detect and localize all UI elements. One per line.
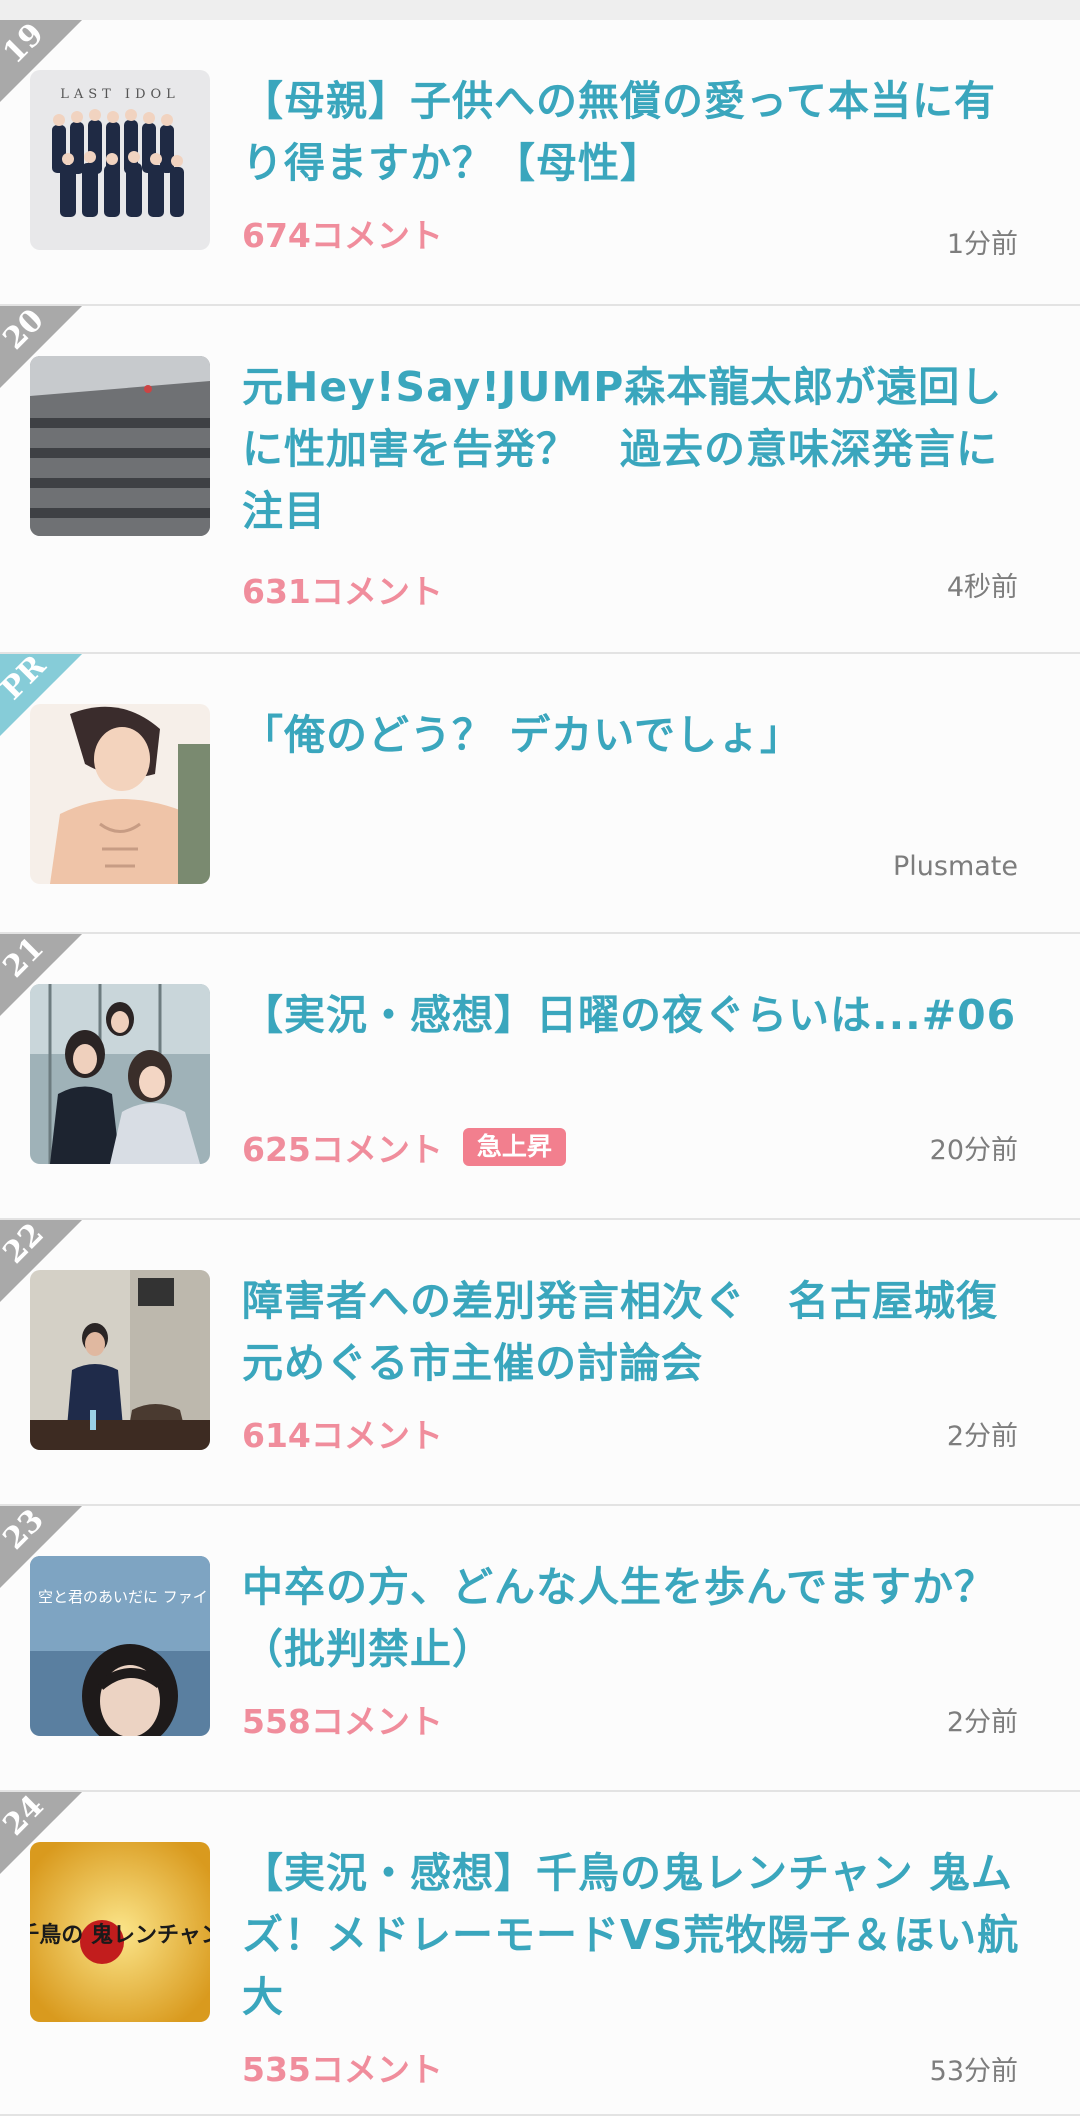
tv-show-logo-icon: 千鳥の 鬼レンチャン — [30, 1842, 210, 2022]
topic-list-item[interactable]: 21 【実況・感想】日曜の夜ぐらいは...#06 625コメント 急上昇 20分… — [0, 934, 1080, 1220]
comment-count: 558コメント — [242, 1702, 443, 1741]
topic-title[interactable]: 障害者への差別発言相次ぐ 名古屋城復元めぐる市主催の討論会 — [242, 1270, 1032, 1394]
topic-thumbnail[interactable]: 千鳥の 鬼レンチャン — [30, 1842, 210, 2022]
topic-list-item[interactable]: 20 元Hey!Say!JUMP森本龍太郎が遠回しに性加害を告発？ 過去の意味深… — [0, 306, 1080, 654]
topic-title[interactable]: 中卒の方、どんな人生を歩んでますか？（批判禁止） — [242, 1556, 1032, 1680]
topic-title[interactable]: 「俺のどう？ デカいでしょ」 — [242, 704, 1032, 766]
trending-badge: 急上昇 — [462, 1128, 566, 1166]
timestamp: 2分前 — [946, 1421, 1018, 1452]
meeting-speaker-icon — [30, 1270, 210, 1450]
advertiser-name: Plusmate — [892, 851, 1018, 882]
topic-thumbnail[interactable] — [30, 356, 210, 536]
thumbnail-caption: LAST IDOL — [60, 87, 180, 102]
timestamp: 53分前 — [929, 2056, 1018, 2087]
topic-title[interactable]: 元Hey!Say!JUMP森本龍太郎が遠回しに性加害を告発？ 過去の意味深発言に… — [242, 356, 1032, 542]
book-cover-icon: 空と君のあいだに ファイト！ — [30, 1556, 210, 1736]
topic-thumbnail[interactable] — [30, 704, 210, 884]
comment-count: 631コメント — [242, 572, 443, 611]
comment-count: 614コメント — [242, 1416, 443, 1455]
topic-list-item[interactable]: 23 空と君のあいだに ファイト！ 中卒の方、どんな人生を歩んでますか？（批判禁… — [0, 1506, 1080, 1792]
manga-illustration-icon — [30, 704, 210, 884]
timestamp: 4秒前 — [946, 572, 1018, 603]
topic-thumbnail[interactable]: 空と君のあいだに ファイト！ — [30, 1556, 210, 1736]
timestamp: 1分前 — [946, 229, 1018, 260]
topic-title[interactable]: 【実況・感想】千鳥の鬼レンチャン 鬼ムズ！メドレーモードVS荒牧陽子＆ほい航大 — [242, 1842, 1032, 2028]
topic-title[interactable]: 【実況・感想】日曜の夜ぐらいは...#06 — [242, 984, 1032, 1046]
topic-thumbnail[interactable]: LAST IDOL — [30, 70, 210, 250]
topic-title[interactable]: 【母親】子供への無償の愛って本当に有り得ますか？【母性】 — [242, 70, 1032, 194]
comment-count: 625コメント — [242, 1130, 443, 1169]
office-building-icon — [30, 356, 210, 536]
topic-thumbnail[interactable] — [30, 984, 210, 1164]
timestamp: 2分前 — [946, 1707, 1018, 1738]
comment-count: 674コメント — [242, 216, 443, 255]
timestamp: 20分前 — [929, 1135, 1018, 1166]
thumbnail-caption: 空と君のあいだに ファイト！ — [38, 1588, 210, 1606]
topic-list-item[interactable]: 24 千鳥の 鬼レンチャン 【実況・感想】千鳥の鬼レンチャン 鬼ムズ！メドレーモ… — [0, 1792, 1080, 2116]
drama-still-icon — [30, 984, 210, 1164]
topic-list-item[interactable]: 22 障害者への差別発言相次ぐ 名古屋城復元めぐる市主催の討論会 614コメント… — [0, 1220, 1080, 1506]
thumbnail-caption: 千鳥の 鬼レンチャン — [30, 1922, 210, 1948]
topic-thumbnail[interactable] — [30, 1270, 210, 1450]
sponsored-list-item[interactable]: PR 「俺のどう？ デカいでしょ」 Plusmate — [0, 654, 1080, 934]
comment-count: 535コメント — [242, 2050, 443, 2089]
idol-group-photo-icon: LAST IDOL — [30, 70, 210, 250]
topic-list-item[interactable]: 19 LAST IDOL 【母親】子供への無償の愛って本当に有り得ますか？【母性… — [0, 20, 1080, 306]
